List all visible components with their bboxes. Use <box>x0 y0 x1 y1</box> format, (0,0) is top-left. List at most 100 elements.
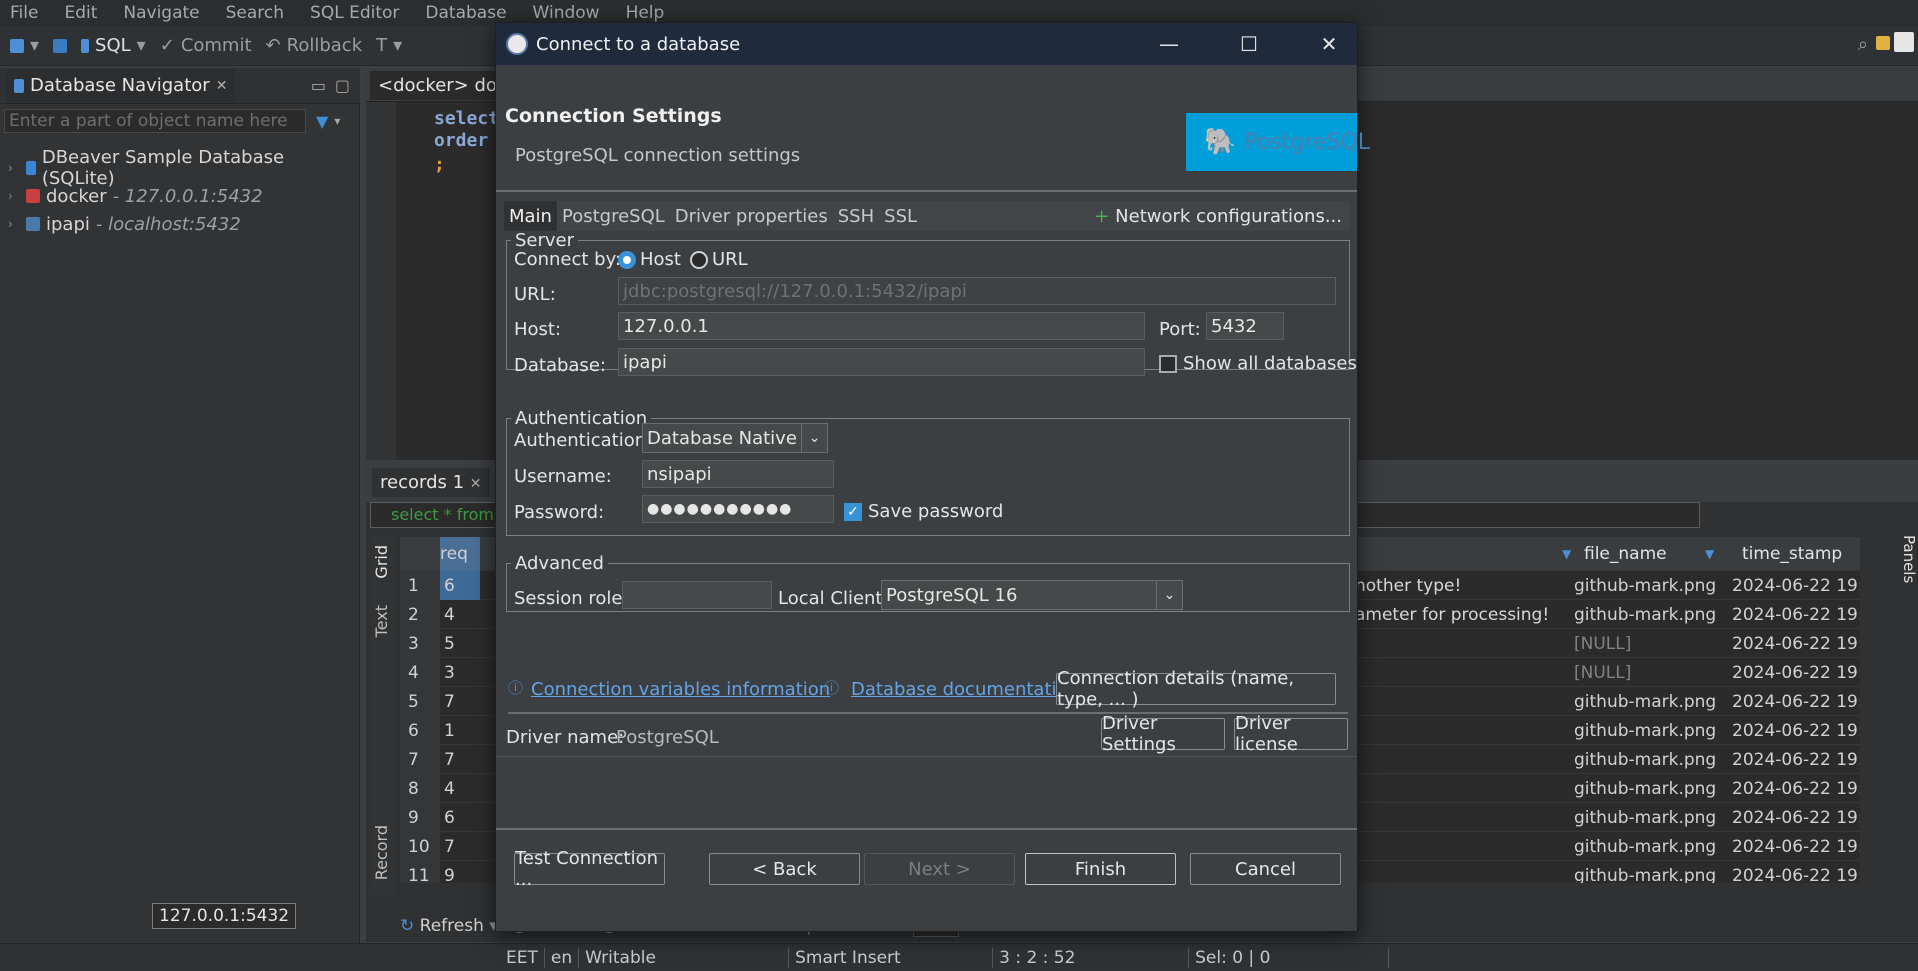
rollback-button[interactable]: ↶ Rollback <box>266 35 363 56</box>
time-stamp-cell[interactable]: 2024-06-22 19:5 <box>1726 658 1860 687</box>
save-password-checkbox[interactable]: ✓ Save password <box>844 501 1003 522</box>
back-button[interactable]: < Back <box>709 853 860 885</box>
menu-sql-editor[interactable]: SQL Editor <box>310 3 412 23</box>
req-cell[interactable]: 9 <box>440 861 480 884</box>
host-radio[interactable]: Host <box>618 249 681 270</box>
file-name-cell[interactable]: github-mark.png <box>1568 571 1718 600</box>
password-field[interactable]: ●●●●●●●●●●● <box>642 495 834 523</box>
file-name-cell[interactable]: github-mark.png <box>1568 716 1718 745</box>
req-cell[interactable]: 4 <box>440 774 480 803</box>
file-name-cell[interactable]: github-mark.png <box>1568 745 1718 774</box>
tab-text[interactable]: Text <box>372 605 391 637</box>
tab-main[interactable]: Main <box>504 201 557 231</box>
tab-records[interactable]: records 1 ✕ <box>372 468 490 497</box>
driver-settings-button[interactable]: Driver Settings <box>1101 713 1225 755</box>
url-radio[interactable]: URL <box>690 249 748 270</box>
req-cell[interactable]: 6 <box>440 571 480 600</box>
search-icon[interactable]: ⌕ <box>1858 34 1868 55</box>
test-connection-button[interactable]: Test Connection ... <box>514 848 665 890</box>
host-field[interactable]: 127.0.0.1 <box>618 312 1145 340</box>
row-number-cell[interactable]: 11 <box>400 861 440 883</box>
file-name-cell[interactable]: github-mark.png <box>1568 774 1718 803</box>
tree-item-ipapi[interactable]: › ipapi - localhost:5432 <box>0 210 360 238</box>
message-cell[interactable] <box>1355 716 1565 745</box>
row-number-cell[interactable]: 8 <box>400 774 440 803</box>
file-name-cell[interactable]: [NULL] <box>1568 658 1718 687</box>
tab-postgresql[interactable]: PostgreSQL <box>557 201 670 231</box>
req-cell[interactable]: 5 <box>440 629 480 658</box>
close-icon[interactable]: ✕ <box>470 476 482 492</box>
panels-tab[interactable]: Panels <box>1898 535 1918 715</box>
time-stamp-cell[interactable]: 2024-06-22 19:5 <box>1726 687 1860 716</box>
maximize-icon[interactable]: ☐ <box>1221 23 1277 65</box>
column-sort-icon[interactable]: ▼ <box>1705 547 1714 561</box>
file-name-cell[interactable]: github-mark.png <box>1568 803 1718 832</box>
time-stamp-cell[interactable]: 2024-06-22 19:3 <box>1726 803 1860 832</box>
filter-icon[interactable]: ▼ <box>316 112 328 131</box>
tab-docker-editor[interactable]: <docker> do <box>370 71 505 100</box>
username-field[interactable]: nsipapi <box>642 460 834 488</box>
row-number-cell[interactable]: 5 <box>400 687 440 716</box>
menu-search[interactable]: Search <box>226 3 297 23</box>
expand-icon[interactable]: › <box>8 217 20 231</box>
row-number-cell[interactable]: 7 <box>400 745 440 774</box>
time-stamp-cell[interactable]: 2024-06-22 19:3 <box>1726 745 1860 774</box>
req-cell[interactable]: 3 <box>440 658 480 687</box>
expand-icon[interactable]: › <box>8 189 20 203</box>
close-icon[interactable]: ✕ <box>1301 23 1357 65</box>
time-stamp-cell[interactable]: 2024-06-22 19:5 <box>1726 600 1860 629</box>
req-cell[interactable]: 7 <box>440 745 480 774</box>
time-stamp-cell[interactable]: 2024-06-22 19:2 <box>1726 861 1860 884</box>
message-cell[interactable]: ameter for processing! <box>1355 600 1565 629</box>
menu-help[interactable]: Help <box>626 3 678 23</box>
dbeaver-perspective-icon[interactable] <box>1894 32 1914 57</box>
port-field[interactable]: 5432 <box>1206 312 1284 340</box>
message-cell[interactable]: nother type! <box>1355 571 1565 600</box>
perspective-icon[interactable] <box>1876 34 1890 55</box>
message-cell[interactable] <box>1355 803 1565 832</box>
file-name-cell[interactable]: [NULL] <box>1568 629 1718 658</box>
time-stamp-cell[interactable]: 2024-06-22 19:3 <box>1726 832 1860 861</box>
network-configurations-button[interactable]: + Network configurations... <box>1094 201 1342 231</box>
menu-database[interactable]: Database <box>425 3 519 23</box>
new-connection-button[interactable]: ▾ <box>10 35 39 56</box>
message-cell[interactable] <box>1355 745 1565 774</box>
time-stamp-cell[interactable]: 2024-06-22 19:5 <box>1726 571 1860 600</box>
file-name-cell[interactable]: github-mark.png <box>1568 687 1718 716</box>
tree-item-sample-db[interactable]: › DBeaver Sample Database (SQLite) <box>0 147 360 189</box>
finish-button[interactable]: Finish <box>1025 853 1176 885</box>
message-cell[interactable] <box>1355 832 1565 861</box>
commit-button[interactable]: ✓ Commit <box>160 35 252 56</box>
row-number-cell[interactable]: 9 <box>400 803 440 832</box>
tab-grid[interactable]: Grid <box>372 545 391 579</box>
row-number-cell[interactable]: 6 <box>400 716 440 745</box>
refresh-button[interactable]: ↻ Refresh ▾ <box>400 916 498 936</box>
show-all-databases-checkbox[interactable]: Show all databases <box>1159 353 1357 374</box>
row-number-cell[interactable]: 3 <box>400 629 440 658</box>
menu-file[interactable]: File <box>10 3 51 23</box>
tab-database-navigator[interactable]: Database Navigator ✕ <box>6 69 236 102</box>
connect-button[interactable] <box>53 38 68 53</box>
file-name-cell[interactable]: github-mark.png <box>1568 861 1718 884</box>
message-cell[interactable] <box>1355 658 1565 687</box>
row-number-cell[interactable]: 2 <box>400 600 440 629</box>
file-name-cell[interactable]: github-mark.png <box>1568 832 1718 861</box>
transaction-mode-button[interactable]: T ▾ <box>376 35 402 56</box>
database-documentation-link[interactable]: Database documentation <box>851 679 1079 700</box>
row-number-cell[interactable]: 10 <box>400 832 440 861</box>
connection-details-button[interactable]: Connection details (name, type, ... ) <box>1056 668 1336 710</box>
message-cell[interactable] <box>1355 861 1565 883</box>
row-number-cell[interactable]: 1 <box>400 571 440 600</box>
database-field[interactable]: ipapi <box>618 348 1145 376</box>
navigator-filter-input[interactable]: Enter a part of object name here <box>4 109 306 133</box>
cancel-button[interactable]: Cancel <box>1190 853 1341 885</box>
minimize-icon[interactable]: ▭ <box>311 76 326 95</box>
column-header-file-name[interactable]: file_name <box>1568 544 1667 564</box>
maximize-icon[interactable]: ▢ <box>335 76 350 95</box>
req-cell[interactable]: 7 <box>440 687 480 716</box>
menu-navigate[interactable]: Navigate <box>123 3 212 23</box>
tab-ssh[interactable]: SSH <box>833 201 879 231</box>
local-client-select[interactable]: PostgreSQL 16 ⌄ <box>881 580 1183 610</box>
session-role-field[interactable] <box>622 581 772 609</box>
tab-ssl[interactable]: SSL <box>879 201 922 231</box>
